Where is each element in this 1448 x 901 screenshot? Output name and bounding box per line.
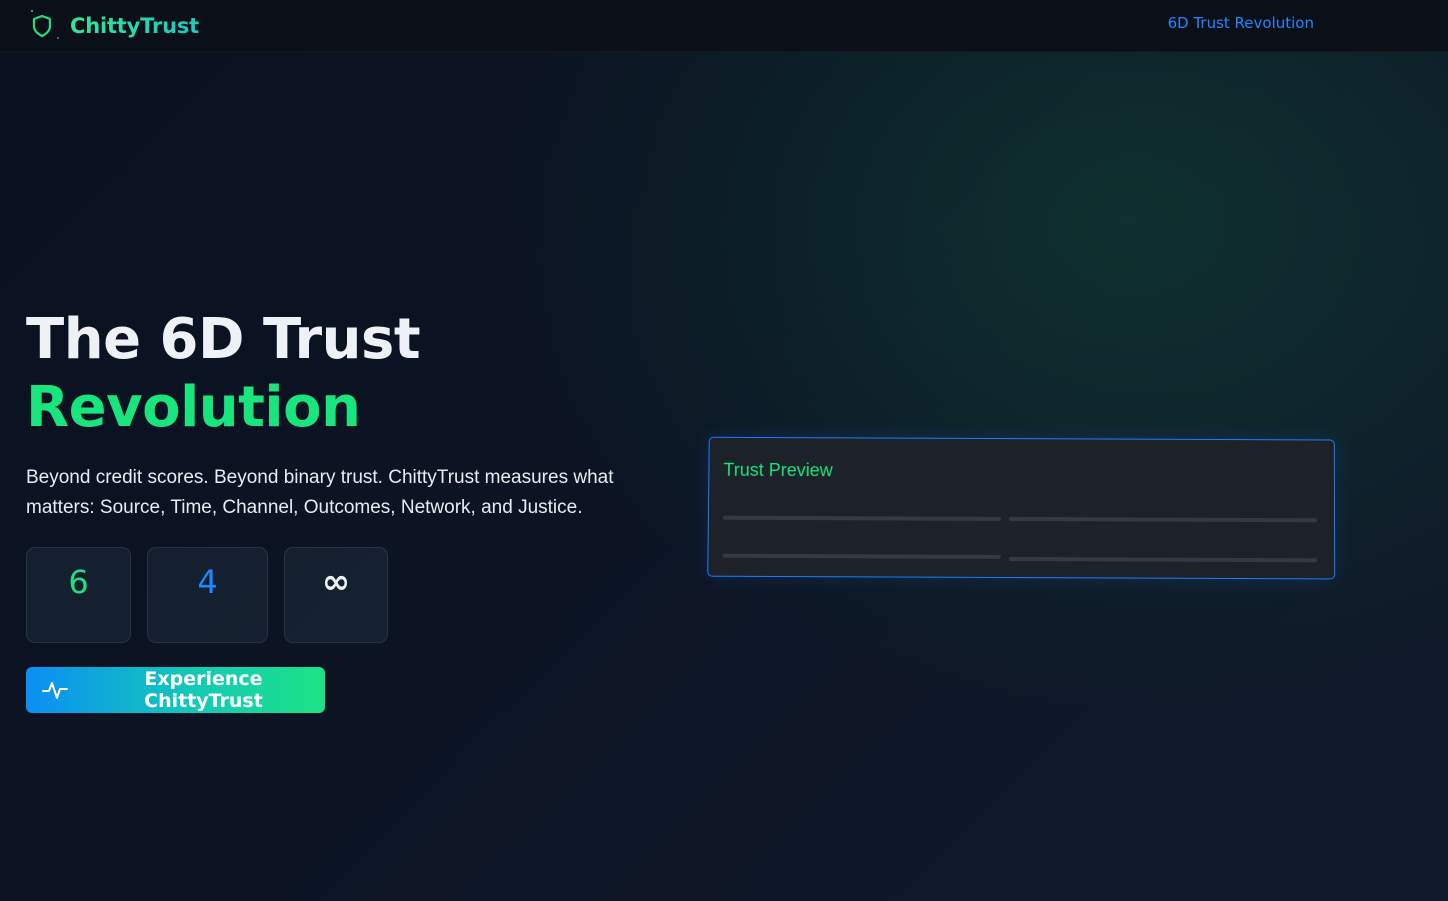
preview-placeholder-bar (1008, 556, 1318, 563)
stat-value: ∞ (321, 562, 351, 602)
brand-logo[interactable]: ChittyTrust (28, 6, 199, 46)
experience-chittytrust-button[interactable]: Experience ChittyTrust (26, 667, 325, 713)
shield-icon (28, 8, 64, 44)
trust-preview-title: Trust Preview (723, 459, 833, 481)
preview-placeholder-bar (722, 515, 1001, 521)
stat-card-dimensions: 6 (26, 547, 131, 643)
activity-icon (42, 682, 68, 699)
hero-title-line1: The 6D Trust (26, 307, 421, 372)
hero-title-accent: Revolution (26, 375, 361, 440)
cta-label: Experience ChittyTrust (144, 668, 263, 712)
stats-row: 6 4 ∞ (26, 547, 388, 643)
top-nav: ChittyTrust 6D Trust Revolution (0, 0, 1448, 52)
preview-placeholder-bar (722, 553, 1001, 559)
stat-value: 4 (197, 563, 218, 601)
hero-title: The 6D Trust Revolution (26, 306, 421, 442)
brand-name: ChittyTrust (70, 14, 199, 38)
stat-card-second: 4 (147, 547, 268, 643)
trust-preview-card: Trust Preview (707, 436, 1336, 580)
preview-placeholder-bar (1008, 516, 1318, 523)
stat-card-infinite: ∞ (284, 547, 388, 643)
stat-value: 6 (68, 563, 89, 601)
nav-link-revolution[interactable]: 6D Trust Revolution (1168, 14, 1314, 32)
hero-description: Beyond credit scores. Beyond binary trus… (26, 467, 614, 518)
